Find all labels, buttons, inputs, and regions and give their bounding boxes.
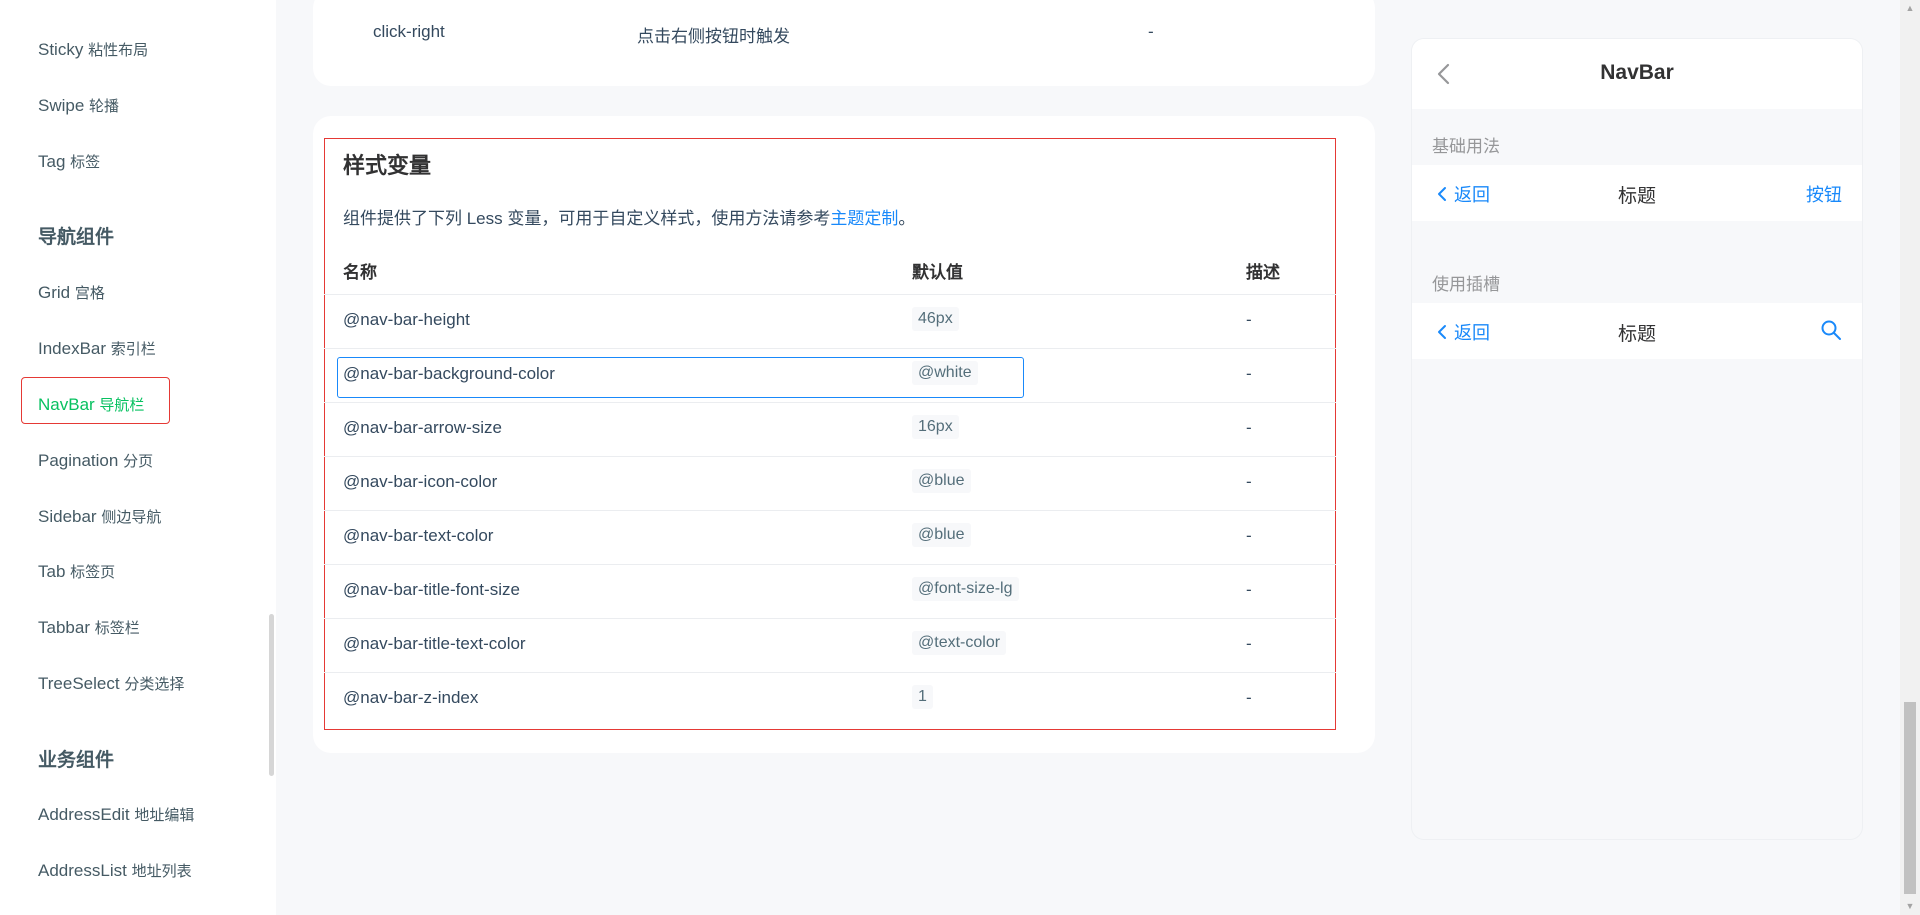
sidebar-item-tab[interactable]: Tab 标签页 <box>38 552 115 592</box>
sidebar-item-label: Grid <box>38 283 71 302</box>
sidebar-group-title: 导航组件 <box>38 227 115 248</box>
sidebar-scrollbar[interactable] <box>269 614 274 776</box>
sidebar-item-label: Tab <box>38 562 66 581</box>
sidebar-item-label: IndexBar <box>38 339 107 358</box>
sidebar-item-sublabel: 分类选择 <box>124 676 185 693</box>
variable-name: @nav-bar-title-text-color <box>343 634 526 653</box>
table-row: @nav-bar-text-color @blue - <box>324 510 1336 564</box>
sidebar-item-sublabel: 地址列表 <box>131 863 192 880</box>
col-header-default: 默认值 <box>912 263 963 282</box>
desc-suffix: 。 <box>898 209 916 228</box>
sidebar-item-swipe[interactable]: Swipe 轮播 <box>38 86 119 126</box>
variable-name: @nav-bar-icon-color <box>343 472 498 491</box>
variable-default: 46px <box>912 307 959 331</box>
table-row: @nav-bar-arrow-size 16px - <box>324 402 1336 456</box>
variable-name: @nav-bar-arrow-size <box>343 418 502 437</box>
scroll-up-arrow-icon[interactable]: ▲ <box>1904 2 1916 14</box>
sidebar-item-sublabel: 粘性布局 <box>88 42 149 59</box>
sidebar-item-treeselect[interactable]: TreeSelect 分类选择 <box>38 664 184 704</box>
variable-desc: - <box>1246 472 1252 491</box>
variable-default: @font-size-lg <box>912 577 1019 601</box>
variable-desc: - <box>1246 526 1252 545</box>
active-item-highlight <box>21 377 170 424</box>
app-root: Sticky 粘性布局 Swipe 轮播 Tag 标签导航组件 Grid 宫格 Inde… <box>0 0 1920 915</box>
nav-title: 标题 <box>1617 186 1656 207</box>
sidebar-item-indexbar[interactable]: IndexBar 索引栏 <box>38 329 156 369</box>
sidebar-item-addressedit[interactable]: AddressEdit 地址编辑 <box>38 795 194 835</box>
event-args: - <box>1148 22 1154 41</box>
section-title: 样式变量 <box>343 153 432 178</box>
sidebar-item-label: Pagination <box>38 451 119 470</box>
variable-name: @nav-bar-z-index <box>343 688 479 707</box>
variable-desc: - <box>1246 634 1252 653</box>
variable-default: @text-color <box>912 631 1007 655</box>
demo-title-basic: 基础用法 <box>1432 137 1500 156</box>
sidebar-item-sublabel: 分页 <box>123 453 154 470</box>
sidebar-item-addresslist[interactable]: AddressList 地址列表 <box>38 851 192 891</box>
sidebar-nav: Sticky 粘性布局 Swipe 轮播 Tag 标签导航组件 Grid 宫格 Inde… <box>0 0 276 915</box>
sidebar-item-sublabel: 宫格 <box>74 285 105 302</box>
sidebar-item-label: AddressEdit <box>38 805 130 824</box>
sidebar-item-tabbar[interactable]: Tabbar 标签栏 <box>38 608 140 648</box>
table-row: @nav-bar-height 46px - <box>324 294 1336 348</box>
variable-desc: - <box>1246 364 1252 383</box>
variable-desc: - <box>1246 580 1252 599</box>
demo-navbar-basic: 返回 标题 按钮 <box>1412 165 1862 221</box>
sidebar-item-label: AddressList <box>38 861 127 880</box>
table-row: @nav-bar-title-font-size @font-size-lg - <box>324 564 1336 618</box>
variable-name: @nav-bar-title-font-size <box>343 580 520 599</box>
section-description: 组件提供了下列 Less 变量，可用于自定义样式，使用方法请参考主题定制。 <box>343 204 915 229</box>
table-row: @nav-bar-title-text-color @text-color - <box>324 618 1336 672</box>
variable-default: 1 <box>912 685 933 709</box>
variable-default: @blue <box>912 469 971 493</box>
theme-custom-link[interactable]: 主题定制 <box>830 209 898 228</box>
variable-name: @nav-bar-text-color <box>343 526 494 545</box>
desc-prefix: 组件提供了下列 Less 变量，可用于自定义样式，使用方法请参考 <box>343 209 831 228</box>
sidebar-item-sublabel: 地址编辑 <box>134 807 195 824</box>
sidebar-item-sublabel: 标签 <box>70 154 101 171</box>
variable-default: 16px <box>912 415 959 439</box>
sidebar-group-title: 业务组件 <box>38 750 115 771</box>
sidebar-item-label: Tabbar <box>38 618 90 637</box>
sidebar-item-tag[interactable]: Tag 标签 <box>38 142 100 182</box>
variable-desc: - <box>1246 310 1252 329</box>
sidebar-item-label: Swipe <box>38 96 85 115</box>
event-desc: 点击右侧按钮时触发 <box>637 27 790 46</box>
variable-desc: - <box>1246 688 1252 707</box>
sim-header: NavBar <box>1412 39 1862 109</box>
table-row: @nav-bar-z-index 1 - <box>324 672 1336 726</box>
sidebar-item-label: Tag <box>38 152 66 171</box>
row-hover-outline <box>337 357 1024 398</box>
sidebar-item-sublabel: 标签页 <box>70 564 116 581</box>
sidebar-item-sticky[interactable]: Sticky 粘性布局 <box>38 30 148 70</box>
sidebar-item-sublabel: 侧边导航 <box>101 509 162 526</box>
sidebar-item-sublabel: 标签栏 <box>94 620 140 637</box>
sidebar-item-sidebar[interactable]: Sidebar 侧边导航 <box>38 497 161 537</box>
nav-right-button[interactable]: 按钮 <box>1806 181 1842 207</box>
event-name: click-right <box>373 22 445 41</box>
demo-navbar-slot: 返回 标题 <box>1412 303 1862 359</box>
page-scroll-thumb[interactable] <box>1904 702 1916 894</box>
scroll-down-arrow-icon[interactable]: ▼ <box>1904 900 1916 912</box>
table-row: @nav-bar-icon-color @blue - <box>324 456 1336 510</box>
mobile-simulator: NavBar 基础用法 返回 标题 按钮 使用插槽 返回 标题 <box>1412 39 1862 839</box>
sidebar-item-label: Sticky <box>38 40 84 59</box>
sidebar-item-label: Sidebar <box>38 507 97 526</box>
col-header-name: 名称 <box>343 263 377 282</box>
nav-title: 标题 <box>1617 324 1656 345</box>
sidebar-item-grid[interactable]: Grid 宫格 <box>38 273 105 313</box>
variable-default: @blue <box>912 523 971 547</box>
sidebar-item-sublabel: 索引栏 <box>110 341 156 358</box>
search-icon[interactable] <box>1820 319 1842 341</box>
variable-desc: - <box>1246 418 1252 437</box>
demo-title-slot: 使用插槽 <box>1432 275 1500 294</box>
sim-title: NavBar <box>1600 61 1674 84</box>
sidebar-item-pagination[interactable]: Pagination 分页 <box>38 441 153 481</box>
col-header-desc: 描述 <box>1246 263 1280 282</box>
events-card: click-right 点击右侧按钮时触发 - <box>313 0 1375 86</box>
sidebar-item-sublabel: 轮播 <box>89 98 120 115</box>
sidebar-item-label: TreeSelect <box>38 674 120 693</box>
variable-name: @nav-bar-height <box>343 310 470 329</box>
